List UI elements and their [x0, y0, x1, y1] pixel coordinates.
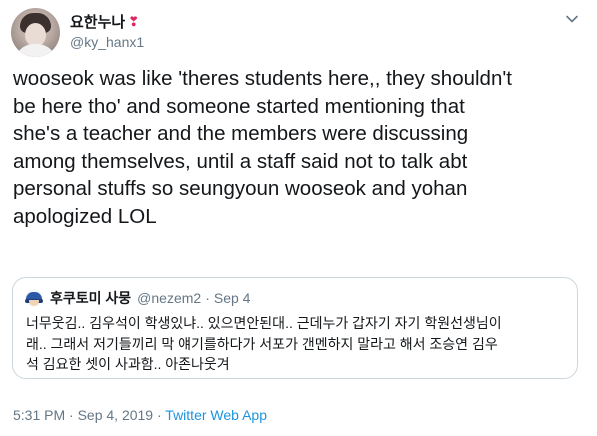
tweet-source-link[interactable]: Twitter Web App — [165, 407, 267, 423]
tweet-meta: 5:31 PM · Sep 4, 2019 · Twitter Web App — [13, 407, 267, 423]
author-name-row[interactable]: 요한누나 ❣ — [70, 11, 139, 32]
meta-separator: · — [153, 407, 166, 423]
author-handle[interactable]: @ky_hanx1 — [70, 34, 144, 50]
quoted-author-name: 후쿠토미 사뭉 — [50, 290, 132, 306]
tweet-text: wooseok was like 'theres students here,,… — [13, 67, 512, 228]
heart-icon: ❣ — [128, 14, 140, 29]
avatar-body — [14, 44, 57, 57]
quoted-author-avatar — [25, 289, 43, 307]
quoted-tweet[interactable]: 후쿠토미 사뭉 @nezem2 · Sep 4 너무웃김.. 김우석이 학생있냐… — [12, 277, 578, 379]
author-avatar[interactable] — [11, 8, 60, 57]
author-display-name[interactable]: 요한누나 — [70, 11, 125, 32]
quoted-tweet-text: 너무웃김.. 김우석이 학생있냐.. 있으면안된대.. 근데누가 갑자기 자기 … — [26, 315, 502, 372]
quoted-author-handle: @nezem2 — [137, 290, 202, 306]
quoted-date: Sep 4 — [213, 290, 251, 306]
chevron-down-icon[interactable] — [564, 11, 580, 27]
quoted-tweet-header: 후쿠토미 사뭉 @nezem2 · Sep 4 — [25, 288, 250, 308]
tweet-timestamp[interactable]: 5:31 PM · Sep 4, 2019 — [13, 407, 153, 423]
quoted-separator: · — [205, 290, 210, 306]
